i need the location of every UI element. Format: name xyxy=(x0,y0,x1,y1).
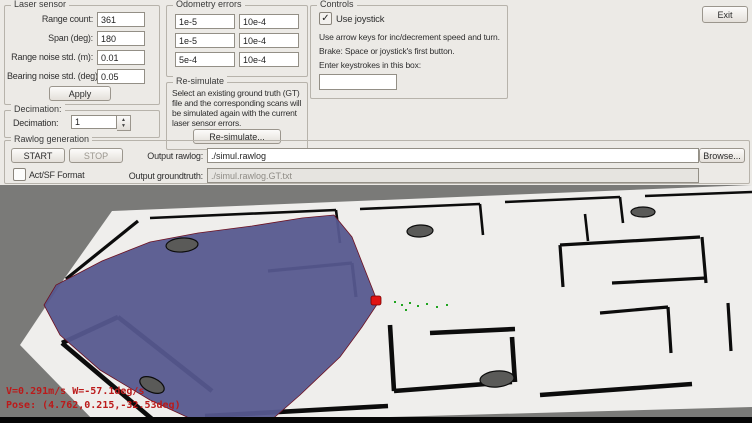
resimulate-group-title: Re-simulate xyxy=(173,76,227,86)
use-joystick-label[interactable]: Use joystick xyxy=(336,14,384,25)
check-icon: ✓ xyxy=(321,13,329,24)
bearing-noise-input[interactable] xyxy=(97,69,145,84)
decimation-spin-buttons[interactable]: ▲ ▼ xyxy=(117,115,131,131)
laser-sensor-group: Laser sensor Range count: Span (deg): Ra… xyxy=(4,5,160,105)
pose-status: Pose: (4.762,0.215,-32.53deg) xyxy=(6,399,181,413)
odometry-input-1-1[interactable] xyxy=(239,33,299,48)
simulator-window: Laser sensor Range count: Span (deg): Ra… xyxy=(0,0,752,423)
arrow-keys-hint: Use arrow keys for inc/decrement speed a… xyxy=(319,32,500,42)
output-rawlog-input[interactable] xyxy=(207,148,699,163)
range-noise-label: Range noise std. (m): xyxy=(7,52,93,62)
resimulate-description: Select an existing ground truth (GT) fil… xyxy=(172,88,302,128)
odometry-input-0-1[interactable] xyxy=(239,14,299,29)
odometry-input-1-0[interactable] xyxy=(175,33,235,48)
range-count-label: Range count: xyxy=(7,14,93,24)
range-count-input[interactable] xyxy=(97,12,145,27)
decimation-label: Decimation: xyxy=(13,118,58,128)
span-deg-input[interactable] xyxy=(97,31,145,46)
odometry-input-2-0[interactable] xyxy=(175,52,235,67)
actsf-format-checkbox[interactable] xyxy=(13,168,26,181)
top-panel: Laser sensor Range count: Span (deg): Ra… xyxy=(0,0,752,185)
exit-button[interactable]: Exit xyxy=(702,6,748,23)
decimation-spinner[interactable]: ▲ ▼ xyxy=(71,115,131,131)
output-rawlog-label: Output rawlog: xyxy=(127,151,203,161)
brake-hint: Brake: Space or joystick's first button. xyxy=(319,46,454,56)
output-groundtruth-input xyxy=(207,168,699,183)
actsf-format-label[interactable]: Act/SF Format xyxy=(29,170,84,180)
bearing-noise-label: Bearing noise std. (deg): xyxy=(7,71,93,81)
range-noise-input[interactable] xyxy=(97,50,145,65)
span-deg-label: Span (deg): xyxy=(7,33,93,43)
rawlog-generation-title: Rawlog generation xyxy=(11,134,92,144)
rawlog-generation-group: Rawlog generation START STOP Output rawl… xyxy=(4,140,750,184)
odometry-input-0-0[interactable] xyxy=(175,14,235,29)
stop-button[interactable]: STOP xyxy=(69,148,123,163)
controls-group: Controls ✓ Use joystick Use arrow keys f… xyxy=(310,5,508,99)
odometry-errors-title: Odometry errors xyxy=(173,0,245,9)
viewport-hud: V=0.291m/s W=-57.1deg/s Pose: (4.762,0.2… xyxy=(6,385,181,413)
laser-sensor-title: Laser sensor xyxy=(11,0,69,9)
browse-button[interactable]: Browse... xyxy=(699,148,745,163)
controls-group-title: Controls xyxy=(317,0,357,9)
viewport-bottom-bar xyxy=(0,417,752,423)
velocity-status: V=0.291m/s W=-57.1deg/s xyxy=(6,385,181,399)
spin-down-icon[interactable]: ▼ xyxy=(121,123,126,129)
odometry-input-2-1[interactable] xyxy=(239,52,299,67)
output-groundtruth-label: Output groundtruth: xyxy=(109,171,203,181)
odometry-errors-group: Odometry errors xyxy=(166,5,308,77)
decimation-input[interactable] xyxy=(71,115,117,129)
keystroke-input[interactable] xyxy=(319,74,397,90)
start-button[interactable]: START xyxy=(11,148,65,163)
decimation-group-title: Decimation: xyxy=(11,104,65,114)
apply-button[interactable]: Apply xyxy=(49,86,111,101)
robot-marker xyxy=(371,296,381,305)
keystrokes-hint: Enter keystrokes in this box: xyxy=(319,60,421,70)
viewport-3d[interactable]: V=0.291m/s W=-57.1deg/s Pose: (4.762,0.2… xyxy=(0,185,752,423)
use-joystick-checkbox[interactable]: ✓ xyxy=(319,12,332,25)
